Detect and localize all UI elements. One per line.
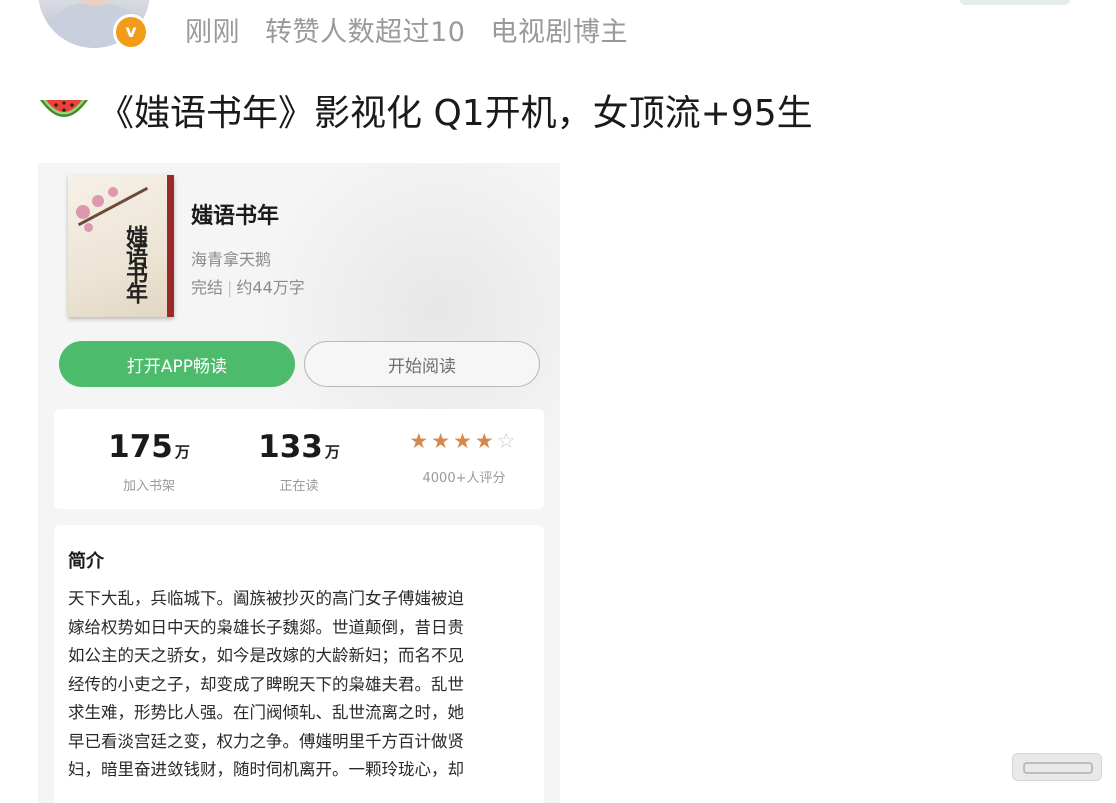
rating-stars: ★★★★☆ [389,429,539,453]
repost-note: 转赞人数超过10 [265,17,466,48]
intro-heading: 简介 [68,551,104,572]
intro-line: 嫁给权势如日中天的枭雄长子魏郯。世道颠倒，昔日贵 [68,617,464,637]
stat-value: 175 [108,429,173,465]
intro-line: 妇，暗里奋进敛钱财，随时伺机离开。一颗玲珑心，却 [68,760,464,779]
cover-blossom [108,187,118,197]
book-status: 完结 | 约44万字 [191,274,305,298]
word-count: 约44万字 [236,278,305,297]
post-body: 《媸语书年》影视化 Q1开机，女顶流+95生 [98,93,813,134]
intro-line: 早已看淡宫廷之变，权力之争。傅媸明里千方百计做贤 [68,731,464,751]
star-filled-icon: ★ [431,429,454,453]
book-author[interactable]: 海青拿天鹅 [191,246,271,270]
post-meta: 刚刚 转赞人数超过10 电视剧博主 [185,10,644,49]
post-text: 《媸语书年》影视化 Q1开机，女顶流+95生 [38,84,813,136]
cover-title-text: 媸语书年 [122,225,148,301]
intro-line: 求生难，形势比人强。在门阀倾轧、乱世流离之时，她 [68,703,464,722]
book-title: 媸语书年 [191,204,280,229]
status-divider: | [227,278,233,297]
watermelon-icon [40,100,88,117]
stat-rating: ★★★★☆ 4000+人评分 [389,429,539,486]
verified-badge-icon: v [113,14,149,50]
cover-blossom [92,195,104,207]
book-cover: 媸语书年 [68,175,174,317]
star-filled-icon: ★ [453,429,475,453]
star-filled-icon: ★ [409,429,432,453]
image-scroll-indicator[interactable] [1012,753,1102,781]
status-label: 完结 [191,278,224,297]
open-app-button[interactable]: 打开APP畅读 [59,341,295,387]
author-tag[interactable]: 电视剧博主 [491,17,629,48]
cover-blossom [84,223,93,232]
cover-spine [167,175,174,317]
stat-reading: 133 万 正在读 [244,429,354,494]
stat-bookshelf: 175 万 加入书架 [94,429,204,494]
stats-panel: 175 万 加入书架 133 万 正在读 ★★★★☆ 4000+人评分 [54,409,544,509]
stat-value: 133 [258,429,323,465]
stat-unit: 万 [324,443,340,461]
rating-label: 4000+人评分 [422,471,506,486]
star-empty-icon: ☆ [496,429,519,453]
stat-label: 加入书架 [122,479,175,494]
start-reading-button[interactable]: 开始阅读 [304,341,540,387]
cover-blossom [76,205,90,219]
intro-text: 天下大乱，兵临城下。阖族被抄灭的高门女子傅媸被迫 嫁给权势如日中天的枭雄长子魏郯… [68,585,534,785]
intro-panel: 简介 天下大乱，兵临城下。阖族被抄灭的高门女子傅媸被迫 嫁给权势如日中天的枭雄长… [54,525,544,803]
stat-unit: 万 [174,443,190,461]
top-edge-strip [960,0,1070,5]
intro-line: 如公主的天之骄女，如今是改嫁的大龄新妇；而名不见 [68,646,464,665]
star-filled-icon: ★ [474,429,497,453]
post-time: 刚刚 [185,17,240,48]
intro-line: 经传的小吏之子，却变成了睥睨天下的枭雄夫君。乱世 [68,674,464,694]
book-card-image[interactable]: 媸语书年 媸语书年 海青拿天鹅 完结 | 约44万字 打开APP畅读 开始阅读 17… [38,163,560,803]
intro-line: 天下大乱，兵临城下。阖族被抄灭的高门女子傅媸被迫 [68,589,464,608]
stat-label: 正在读 [279,479,319,494]
